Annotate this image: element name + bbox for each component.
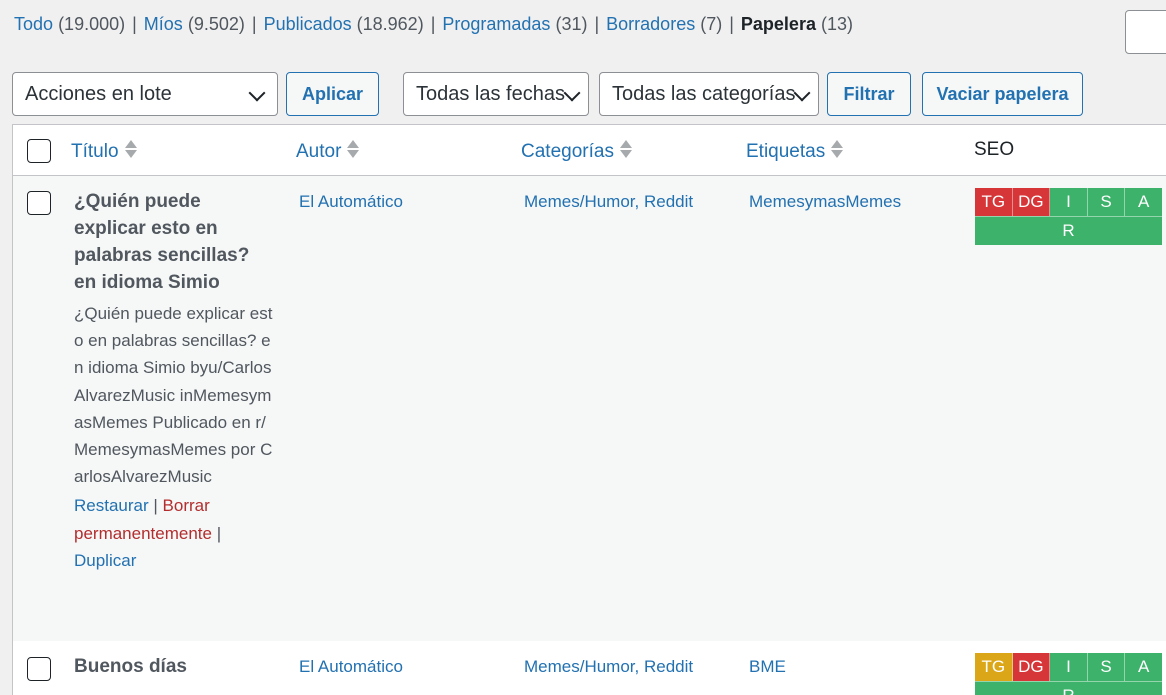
status-link-published-label[interactable]: Publicados bbox=[264, 14, 352, 34]
seo-status: TG DG I S A R bbox=[975, 653, 1162, 695]
table-header: Título Autor Categorías Etiquetas SEO bbox=[13, 125, 1166, 176]
select-all-checkbox[interactable] bbox=[27, 139, 51, 163]
date-filter-select-value: Todas las fechas bbox=[416, 83, 565, 105]
separator: | bbox=[430, 14, 436, 34]
separator: | bbox=[153, 496, 158, 516]
status-link-mine-count: (9.502) bbox=[187, 14, 245, 34]
filter-button[interactable]: Filtrar bbox=[827, 72, 911, 116]
seo-description-badge: DG bbox=[1012, 653, 1051, 681]
column-title-header[interactable]: Título bbox=[71, 139, 137, 163]
sort-icon bbox=[831, 139, 844, 159]
column-tags-label[interactable]: Etiquetas bbox=[746, 141, 825, 162]
category-filter-select-value: Todas las categorías bbox=[612, 83, 796, 105]
sort-icon bbox=[347, 139, 360, 159]
seo-status: TG DG I S A R bbox=[975, 188, 1162, 245]
column-seo-header: SEO bbox=[974, 139, 1015, 160]
status-link-scheduled-label[interactable]: Programadas bbox=[442, 14, 550, 34]
separator: | bbox=[132, 14, 137, 34]
status-link-published[interactable]: Publicados (18.962) bbox=[264, 14, 424, 34]
status-link-drafts-count: (7) bbox=[700, 14, 723, 34]
seo-title-badge: TG bbox=[975, 653, 1013, 681]
column-categories-header[interactable]: Categorías bbox=[521, 139, 632, 163]
posts-table: Título Autor Categorías Etiquetas SEO ¿Q… bbox=[12, 124, 1166, 695]
status-link-scheduled[interactable]: Programadas (31) bbox=[442, 14, 587, 34]
status-link-mine-label[interactable]: Míos bbox=[144, 14, 183, 34]
status-link-published-count: (18.962) bbox=[356, 14, 424, 34]
column-author-header[interactable]: Autor bbox=[296, 139, 360, 163]
author-link[interactable]: El Automático bbox=[299, 192, 403, 212]
author-link[interactable]: El Automático bbox=[299, 657, 403, 677]
tablenav: Acciones en lote Aplicar Todas las fecha… bbox=[0, 72, 1166, 116]
row-actions: Restaurar | Borrar permanentemente | Dup… bbox=[74, 492, 274, 575]
category-filter-select[interactable]: Todas las categorías bbox=[599, 72, 819, 116]
tags-link[interactable]: MemesymasMemes bbox=[749, 192, 901, 212]
status-link-drafts[interactable]: Borradores (7) bbox=[606, 14, 722, 34]
status-link-all-count: (19.000) bbox=[58, 14, 126, 34]
seo-s-badge: S bbox=[1087, 653, 1126, 681]
restore-link[interactable]: Restaurar bbox=[74, 496, 149, 515]
chevron-down-icon bbox=[563, 84, 581, 102]
duplicate-link[interactable]: Duplicar bbox=[74, 551, 136, 570]
chevron-down-icon bbox=[248, 84, 266, 102]
status-link-trash-count: (13) bbox=[820, 14, 853, 34]
separator: | bbox=[729, 14, 734, 34]
seo-a-badge: A bbox=[1125, 653, 1162, 681]
sort-icon bbox=[124, 139, 137, 159]
seo-a-badge: A bbox=[1125, 188, 1162, 216]
seo-title-badge: TG bbox=[975, 188, 1013, 216]
post-title: ¿Quién puede explicar esto en palabras s… bbox=[74, 191, 250, 293]
row-checkbox[interactable] bbox=[27, 657, 51, 681]
seo-image-badge: I bbox=[1050, 188, 1088, 216]
status-filter-links: Todo (19.000) | Míos (9.502) | Publicados (1… bbox=[14, 14, 853, 35]
sort-icon bbox=[619, 139, 632, 159]
status-link-all[interactable]: Todo (19.000) bbox=[14, 14, 125, 34]
column-categories-label[interactable]: Categorías bbox=[521, 141, 614, 162]
apply-button[interactable]: Aplicar bbox=[286, 72, 379, 116]
status-link-mine[interactable]: Míos (9.502) bbox=[144, 14, 245, 34]
status-link-scheduled-count: (31) bbox=[555, 14, 588, 34]
seo-s-badge: S bbox=[1087, 188, 1126, 216]
separator: | bbox=[216, 523, 222, 543]
separator: | bbox=[251, 14, 257, 34]
status-link-all-label[interactable]: Todo bbox=[14, 14, 53, 34]
categories-links[interactable]: Memes/Humor, Reddit bbox=[524, 192, 693, 212]
title-cell: Buenos días bbox=[74, 653, 274, 680]
seo-description-badge: DG bbox=[1012, 188, 1051, 216]
status-link-trash: Papelera (13) bbox=[741, 14, 853, 34]
separator: | bbox=[594, 14, 600, 34]
search-input[interactable] bbox=[1125, 10, 1166, 54]
row-checkbox[interactable] bbox=[27, 191, 51, 215]
seo-r-badge: R bbox=[975, 681, 1162, 695]
status-link-trash-label: Papelera bbox=[740, 14, 816, 34]
post-title: Buenos días bbox=[74, 656, 187, 677]
table-row: Buenos días El Automático Memes/Humor, R… bbox=[13, 641, 1166, 695]
status-link-drafts-label[interactable]: Borradores bbox=[606, 14, 695, 34]
tags-link[interactable]: BME bbox=[749, 657, 786, 677]
title-cell: ¿Quién puede explicar esto en palabras s… bbox=[74, 188, 274, 575]
seo-top-row: TG DG I S A bbox=[975, 653, 1162, 681]
seo-top-row: TG DG I S A bbox=[975, 188, 1162, 216]
categories-links[interactable]: Memes/Humor, Reddit bbox=[524, 657, 693, 677]
column-author-label[interactable]: Autor bbox=[296, 141, 341, 162]
table-row: ¿Quién puede explicar esto en palabras s… bbox=[13, 176, 1166, 641]
seo-image-badge: I bbox=[1050, 653, 1088, 681]
post-excerpt: ¿Quién puede explicar esto en palabras s… bbox=[74, 304, 273, 487]
column-tags-header[interactable]: Etiquetas bbox=[746, 139, 844, 163]
chevron-down-icon bbox=[793, 84, 811, 102]
bulk-action-select-value: Acciones en lote bbox=[25, 83, 172, 105]
empty-trash-button[interactable]: Vaciar papelera bbox=[922, 72, 1083, 116]
column-title-label[interactable]: Título bbox=[71, 141, 119, 162]
seo-r-badge: R bbox=[975, 216, 1162, 245]
date-filter-select[interactable]: Todas las fechas bbox=[403, 72, 589, 116]
bulk-action-select[interactable]: Acciones en lote bbox=[12, 72, 278, 116]
